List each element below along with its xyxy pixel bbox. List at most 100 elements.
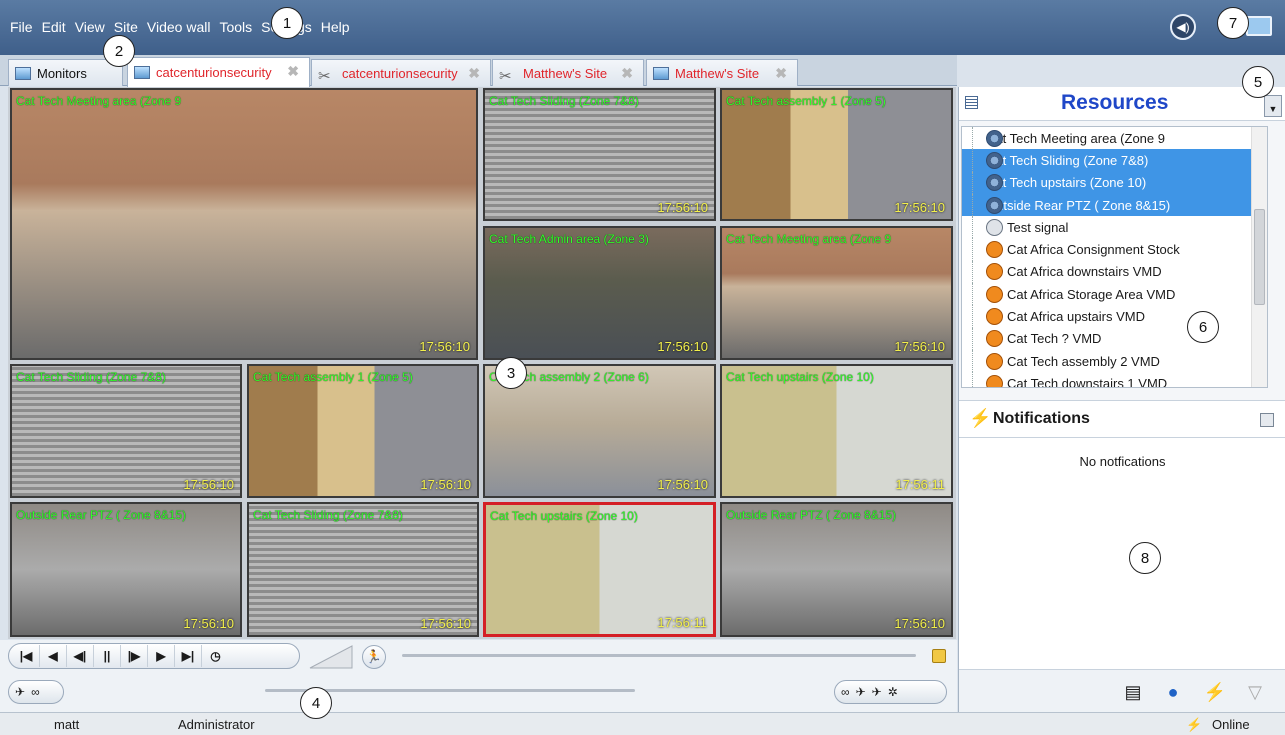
notifications-title: Notifications — [993, 410, 1090, 427]
resource-item[interactable]: Cat Africa upstairs VMD — [962, 305, 1267, 328]
resource-label: Test signal — [1007, 219, 1069, 235]
timeline-slider[interactable] — [402, 654, 916, 657]
camera-timestamp: 17:56:11 — [895, 477, 945, 492]
motion-detector-icon — [986, 263, 1003, 281]
lock-icon[interactable] — [932, 649, 946, 663]
tab-matthews-network[interactable]: ✂ Matthew's Site ✖ — [492, 59, 644, 86]
menu-edit[interactable]: Edit — [42, 19, 66, 35]
tab-label: catcenturionsecurity — [342, 65, 458, 81]
resource-item[interactable]: Cat Africa downstairs VMD — [962, 260, 1267, 284]
callout-7: 7 — [1217, 7, 1249, 39]
clear-notifications-icon[interactable] — [1260, 413, 1274, 427]
menu-file[interactable]: File — [10, 19, 33, 35]
settings-list-icon[interactable]: ▤ — [1121, 680, 1145, 704]
tree-connector — [972, 127, 973, 150]
tree-connector — [972, 171, 973, 194]
close-icon[interactable]: ✖ — [287, 63, 299, 80]
scrollbar[interactable] — [1251, 127, 1267, 387]
playback-button-group: |◀ ◀ ◀| || |▶ ▶ ▶| ◷ — [8, 643, 300, 669]
motion-detector-icon — [986, 308, 1003, 326]
camera-tile[interactable]: Cat Tech assembly 1 (Zone 5) 17:56:10 — [720, 88, 953, 221]
filter-icon[interactable]: ▽ — [1243, 680, 1267, 704]
volume-slider[interactable] — [308, 644, 354, 670]
play-icon[interactable]: ▶ — [148, 645, 175, 667]
pin-icon[interactable]: ✈ — [15, 685, 25, 699]
close-icon[interactable]: ✖ — [468, 65, 480, 82]
playback-controls: |◀ ◀ ◀| || |▶ ▶ ▶| ◷ 🏃 ✈ ∞ ∞ ✈ ✈ ✲ — [0, 640, 957, 712]
resource-item[interactable]: Cat Africa Consignment Stock — [962, 238, 1267, 261]
menu-tools[interactable]: Tools — [219, 19, 252, 35]
menu-site[interactable]: Site — [114, 19, 138, 35]
plug-icon: ⚡ — [1186, 717, 1203, 732]
list-icon[interactable] — [965, 96, 978, 109]
resource-item[interactable]: Cat Tech assembly 2 VMD — [962, 349, 1267, 373]
notifications-list: No notfications — [959, 438, 1285, 669]
camera-tile[interactable]: Outside Rear PTZ ( Zone 8&15) 17:56:10 — [720, 502, 953, 637]
motion-detector-icon — [986, 285, 1003, 303]
resource-item[interactable]: Outside Rear PTZ ( Zone 8&15) — [962, 193, 1267, 217]
camera-timestamp: 17:56:10 — [657, 339, 708, 354]
camera-tile[interactable]: Outside Rear PTZ ( Zone 8&15) 17:56:10 — [10, 502, 242, 637]
resource-item[interactable]: Test signal — [962, 216, 1267, 239]
camera-tile[interactable]: Cat Tech Sliding (Zone 7&8) 17:56:10 — [483, 88, 716, 221]
tab-network[interactable]: ✂ catcenturionsecurity ✖ — [311, 59, 491, 86]
step-fwd-icon[interactable]: |▶ — [121, 645, 148, 667]
camera-tile[interactable]: Cat Tech Meeting area (Zone 9 17:56:10 — [10, 88, 478, 360]
ptz-control-right[interactable]: ∞ ✈ ✈ ✲ — [834, 680, 947, 704]
tab-monitors[interactable]: Monitors — [8, 59, 123, 86]
tab-site-active[interactable]: catcenturionsecurity ✖ — [127, 57, 310, 87]
camera-tile[interactable]: Cat Tech upstairs (Zone 10) 17:56:11 — [720, 364, 953, 498]
chevron-down-icon[interactable]: ▼ — [1264, 95, 1282, 117]
camera-tile[interactable]: Cat Tech Sliding (Zone 7&8) 17:56:10 — [247, 502, 479, 637]
menu-view[interactable]: View — [75, 19, 105, 35]
resource-item[interactable]: Cat Tech Sliding (Zone 7&8) — [962, 149, 1267, 172]
menu-help[interactable]: Help — [321, 19, 350, 35]
camera-tile[interactable]: Cat Tech assembly 1 (Zone 5) 17:56:10 — [247, 364, 479, 498]
camera-tile[interactable]: Cat Tech Meeting area (Zone 9 17:56:10 — [720, 226, 953, 360]
resource-item[interactable]: Cat Tech downstairs 1 VMD — [962, 372, 1267, 387]
motion-detector-icon — [986, 241, 1003, 259]
lightning-icon: ⚡ — [969, 408, 992, 428]
camera-timestamp: 17:56:10 — [183, 477, 234, 492]
camera-title: Cat Tech Sliding (Zone 7&8) — [489, 94, 639, 108]
tree-connector — [972, 149, 973, 172]
camera-timestamp: 17:56:10 — [420, 477, 471, 492]
pause-icon[interactable]: || — [94, 645, 121, 667]
camera-tile-selected[interactable]: Cat Tech upstairs (Zone 10) 17:56:11 — [483, 502, 716, 637]
aperture-icon[interactable]: ✲ — [888, 685, 898, 699]
unpin-icon[interactable]: ✈ — [872, 685, 882, 699]
camera-tile[interactable]: Cat Tech Sliding (Zone 7&8) 17:56:10 — [10, 364, 242, 498]
resource-label: Cat Tech Meeting area (Zone 9 — [986, 130, 1165, 146]
tab-label: Matthew's Site — [675, 65, 760, 81]
binoculars-icon[interactable]: ∞ — [841, 685, 850, 699]
binoculars-icon[interactable]: ∞ — [31, 685, 40, 699]
clock-icon[interactable]: ◷ — [202, 645, 229, 667]
resource-item[interactable]: Cat Tech Meeting area (Zone 9 — [962, 127, 1267, 150]
callout-4: 4 — [300, 687, 332, 719]
person-icon[interactable]: 🏃 — [362, 645, 386, 669]
last-icon[interactable]: ▶| — [175, 645, 202, 667]
prev-icon[interactable]: ◀ — [40, 645, 67, 667]
menu-video-wall[interactable]: Video wall — [147, 19, 211, 35]
camera-icon — [986, 151, 1003, 169]
close-icon[interactable]: ✖ — [621, 65, 633, 82]
tab-label: Matthew's Site — [523, 65, 608, 81]
resource-item[interactable]: Cat Africa Storage Area VMD — [962, 283, 1267, 306]
camera-tile[interactable]: Cat Tech Admin area (Zone 3) 17:56:10 — [483, 226, 716, 360]
resource-item[interactable]: Cat Tech upstairs (Zone 10) — [962, 171, 1267, 194]
camera-title: Outside Rear PTZ ( Zone 8&15) — [726, 508, 897, 522]
resource-item[interactable]: Cat Tech ? VMD — [962, 327, 1267, 350]
camera-dome-icon[interactable]: ● — [1161, 680, 1185, 704]
close-icon[interactable]: ✖ — [775, 65, 787, 82]
lightning-icon[interactable]: ⚡ — [1203, 680, 1227, 704]
step-back-icon[interactable]: ◀| — [67, 645, 94, 667]
pin-icon[interactable]: ✈ — [856, 685, 866, 699]
tab-matthews-site[interactable]: Matthew's Site ✖ — [646, 59, 798, 86]
scroll-thumb[interactable] — [1254, 209, 1265, 305]
tab-label: Monitors — [37, 65, 87, 81]
fullscreen-monitor-icon[interactable] — [1246, 16, 1272, 36]
first-icon[interactable]: |◀ — [13, 645, 40, 667]
speaker-icon[interactable]: ◀) — [1170, 14, 1196, 40]
ptz-control-left[interactable]: ✈ ∞ — [8, 680, 64, 704]
camera-title: Cat Tech upstairs (Zone 10) — [726, 370, 874, 384]
